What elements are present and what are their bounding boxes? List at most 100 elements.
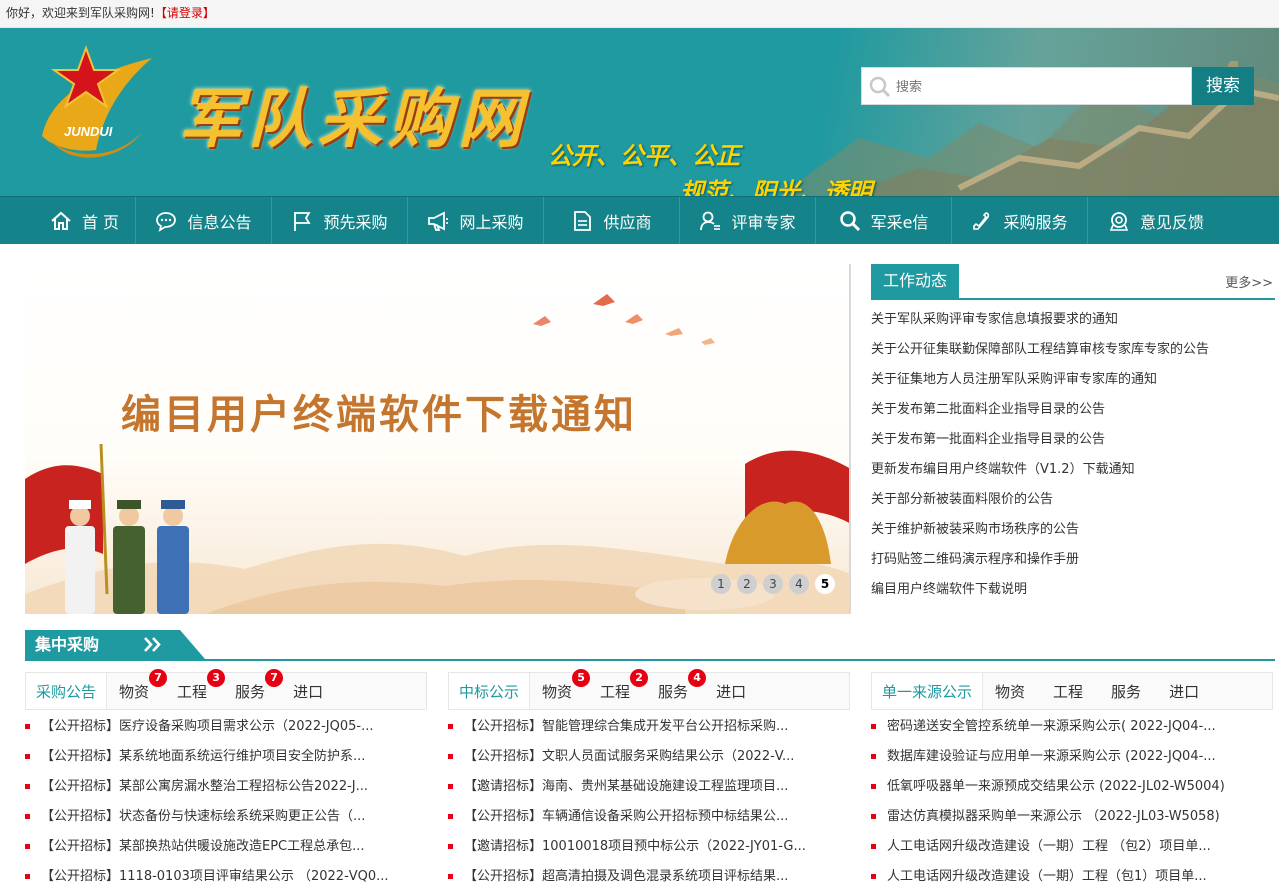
carousel-pagination: 1 2 3 4 5 bbox=[711, 574, 835, 594]
flag-icon bbox=[294, 211, 312, 231]
nav-item-experts[interactable]: 评审专家 bbox=[680, 197, 816, 244]
news-item[interactable]: 关于征集地方人员注册军队采购评审专家库的通知 bbox=[871, 365, 1275, 395]
news-item[interactable]: 编目用户终端软件下载说明 bbox=[871, 575, 1275, 605]
tab-award-publicity[interactable]: 中标公示 bbox=[449, 673, 531, 709]
nav-label: 供应商 bbox=[603, 212, 652, 232]
nav-item-home[interactable]: 首 页 bbox=[34, 197, 136, 244]
nav-item-suppliers[interactable]: 供应商 bbox=[544, 197, 680, 244]
nav-item-feedback[interactable]: 意见反馈 bbox=[1088, 197, 1224, 244]
login-link[interactable]: 【请登录】 bbox=[155, 6, 215, 20]
nav-item-jcae-info[interactable]: 军采e信 bbox=[816, 197, 952, 244]
welcome-text: 你好，欢迎来到军队采购网! bbox=[6, 6, 155, 20]
news-item[interactable]: 关于军队采购评审专家信息填报要求的通知 bbox=[871, 305, 1275, 335]
list-item[interactable]: 数据库建设验证与应用单一来源采购公示 (2022-JQ04-... bbox=[871, 742, 1273, 772]
list-item[interactable]: 【公开招标】智能管理综合集成开发平台公开招标采购... bbox=[448, 712, 850, 742]
news-item[interactable]: 更新发布编目用户终端软件（V1.2）下载通知 bbox=[871, 455, 1275, 485]
home-icon bbox=[51, 211, 71, 230]
site-header: JUNDUI 军队采购网 公开、公平、公正 规范、阳光、透明 搜索 bbox=[0, 28, 1279, 196]
tab-engineering[interactable]: 工程 bbox=[1041, 673, 1099, 709]
tab-label: 服务 bbox=[658, 683, 689, 701]
carousel-dot[interactable]: 2 bbox=[737, 574, 757, 594]
banner-carousel[interactable]: 编目用户终端软件下载通知 1 2 3 4 5 bbox=[25, 264, 851, 614]
list-item[interactable]: 低氧呼吸器单一来源预成交结果公示 (2022-JL02-W5004) bbox=[871, 772, 1273, 802]
news-item[interactable]: 关于部分新被装面料限价的公告 bbox=[871, 485, 1275, 515]
search-input[interactable] bbox=[896, 76, 1186, 98]
news-list: 关于军队采购评审专家信息填报要求的通知 关于公开征集联勤保障部队工程结算审核专家… bbox=[871, 305, 1275, 605]
list-item[interactable]: 【公开招标】超高清拍摄及调色混录系统项目评标结果... bbox=[448, 862, 850, 892]
list-item[interactable]: 【公开招标】1118-0103项目评审结果公示 （2022-VQ0... bbox=[25, 862, 427, 892]
tab-import[interactable]: 进口 bbox=[1157, 673, 1215, 709]
tab-label: 服务 bbox=[235, 683, 266, 701]
section-title-text: 集中采购 bbox=[35, 635, 100, 654]
news-more-link[interactable]: 更多>> bbox=[1225, 272, 1273, 291]
nav-item-procurement-service[interactable]: 采购服务 bbox=[952, 197, 1088, 244]
news-title-tab[interactable]: 工作动态 bbox=[871, 264, 959, 298]
tab-engineering[interactable]: 工程 3 bbox=[165, 669, 226, 709]
list-item[interactable]: 【公开招标】车辆通信设备采购公开招标预中标结果公... bbox=[448, 802, 850, 832]
search-button[interactable]: 搜索 bbox=[1192, 67, 1254, 105]
nav-item-pre-procurement[interactable]: 预先采购 bbox=[272, 197, 408, 244]
tab-procurement-announcements[interactable]: 采购公告 bbox=[26, 673, 108, 709]
list-item[interactable]: 【公开招标】文职人员面试服务采购结果公示（2022-V... bbox=[448, 742, 850, 772]
list-item[interactable]: 【公开招标】医疗设备采购项目需求公示（2022-JQ05-... bbox=[25, 712, 427, 742]
list-item[interactable]: 人工电话网升级改造建设（一期）工程 （包2）项目单... bbox=[871, 832, 1273, 862]
tab-goods[interactable]: 物资 7 bbox=[107, 669, 168, 709]
list-item[interactable]: 雷达仿真模拟器采购单一来源公示 （2022-JL03-W5058) bbox=[871, 802, 1273, 832]
tab-label: 物资 bbox=[119, 683, 150, 701]
nav-item-announcements[interactable]: 信息公告 bbox=[136, 197, 272, 244]
tab-label: 物资 bbox=[995, 683, 1026, 701]
nav-label: 预先采购 bbox=[323, 212, 388, 232]
list-item[interactable]: 人工电话网升级改造建设（一期）工程（包1）项目单... bbox=[871, 862, 1273, 892]
tab-goods[interactable]: 物资 5 bbox=[530, 669, 591, 709]
list-item[interactable]: 密码递送安全管控系统单一来源采购公示( 2022-JQ04-... bbox=[871, 712, 1273, 742]
news-item[interactable]: 关于发布第一批面料企业指导目录的公告 bbox=[871, 425, 1275, 455]
tab-services[interactable]: 服务 bbox=[1099, 673, 1157, 709]
tab-import[interactable]: 进口 bbox=[281, 673, 339, 709]
award-publicity-column: 中标公示 物资 5 工程 2 服务 4 进口 【公开招标】智能管理综合集成开发平台公开… bbox=[448, 669, 850, 892]
news-item[interactable]: 关于维护新被装采购市场秩序的公告 bbox=[871, 515, 1275, 545]
nav-label: 首 页 bbox=[81, 212, 120, 232]
tab-label: 工程 bbox=[600, 683, 631, 701]
site-brand-title: 军队采购网 bbox=[178, 82, 528, 157]
tab-label: 采购公告 bbox=[36, 683, 97, 701]
carousel-dot[interactable]: 1 bbox=[711, 574, 731, 594]
news-item[interactable]: 关于公开征集联勤保障部队工程结算审核专家库专家的公告 bbox=[871, 335, 1275, 365]
nav-label: 信息公告 bbox=[187, 212, 252, 232]
nav-label: 军采e信 bbox=[870, 212, 929, 232]
list-item[interactable]: 【公开招标】某系统地面系统运行维护项目安全防护系... bbox=[25, 742, 427, 772]
list-item[interactable]: 【公开招标】某部公寓房漏水整治工程招标公告2022-J... bbox=[25, 772, 427, 802]
double-chevron-right-icon bbox=[144, 637, 161, 652]
tab-import[interactable]: 进口 bbox=[704, 673, 762, 709]
phone-icon bbox=[973, 211, 990, 230]
list-item[interactable]: 【邀请招标】海南、贵州某基础设施建设工程监理项目... bbox=[448, 772, 850, 802]
carousel-dot[interactable]: 4 bbox=[789, 574, 809, 594]
column-tabs: 中标公示 物资 5 工程 2 服务 4 进口 bbox=[448, 669, 850, 710]
tab-services[interactable]: 服务 7 bbox=[223, 669, 284, 709]
junduí-emblem-logo: JUNDUI bbox=[34, 40, 160, 174]
column-tabs: 单一来源公示 物资 工程 服务 进口 bbox=[871, 672, 1273, 710]
news-item[interactable]: 打码贴签二维码演示程序和操作手册 bbox=[871, 545, 1275, 575]
list-item[interactable]: 【公开招标】某部换热站供暖设施改造EPC工程总承包... bbox=[25, 832, 427, 862]
content-top: 编目用户终端软件下载通知 1 2 3 4 5 工作动态 更多>> 关于军队采购评… bbox=[0, 244, 1279, 629]
column-tabs: 采购公告 物资 7 工程 3 服务 7 进口 bbox=[25, 669, 427, 710]
slogan-line-2: 规范、阳光、透明 bbox=[680, 178, 872, 196]
banner-title: 编目用户终端软件下载通知 bbox=[121, 391, 637, 438]
tab-services[interactable]: 服务 4 bbox=[646, 669, 707, 709]
news-item[interactable]: 关于发布第二批面料企业指导目录的公告 bbox=[871, 395, 1275, 425]
nav-label: 意见反馈 bbox=[1139, 212, 1204, 232]
tab-label: 进口 bbox=[1169, 683, 1200, 701]
great-wall-image bbox=[719, 28, 1279, 196]
list-item[interactable]: 【公开招标】状态备份与快速标绘系统采购更正公告（... bbox=[25, 802, 427, 832]
search-icon bbox=[839, 210, 860, 231]
tab-goods[interactable]: 物资 bbox=[983, 673, 1041, 709]
carousel-dot-active[interactable]: 5 bbox=[815, 574, 835, 594]
tab-label: 单一来源公示 bbox=[882, 683, 973, 701]
tab-single-source-publicity[interactable]: 单一来源公示 bbox=[872, 673, 984, 709]
tab-engineering[interactable]: 工程 2 bbox=[588, 669, 649, 709]
nav-label: 网上采购 bbox=[459, 212, 524, 232]
carousel-dot[interactable]: 3 bbox=[763, 574, 783, 594]
tab-label: 工程 bbox=[1053, 683, 1084, 701]
list-item[interactable]: 【邀请招标】10010018项目预中标公示（2022-JY01-G... bbox=[448, 832, 850, 862]
work-news-panel: 工作动态 更多>> 关于军队采购评审专家信息填报要求的通知 关于公开征集联勤保障… bbox=[871, 264, 1275, 605]
nav-item-online-procurement[interactable]: 网上采购 bbox=[408, 197, 544, 244]
